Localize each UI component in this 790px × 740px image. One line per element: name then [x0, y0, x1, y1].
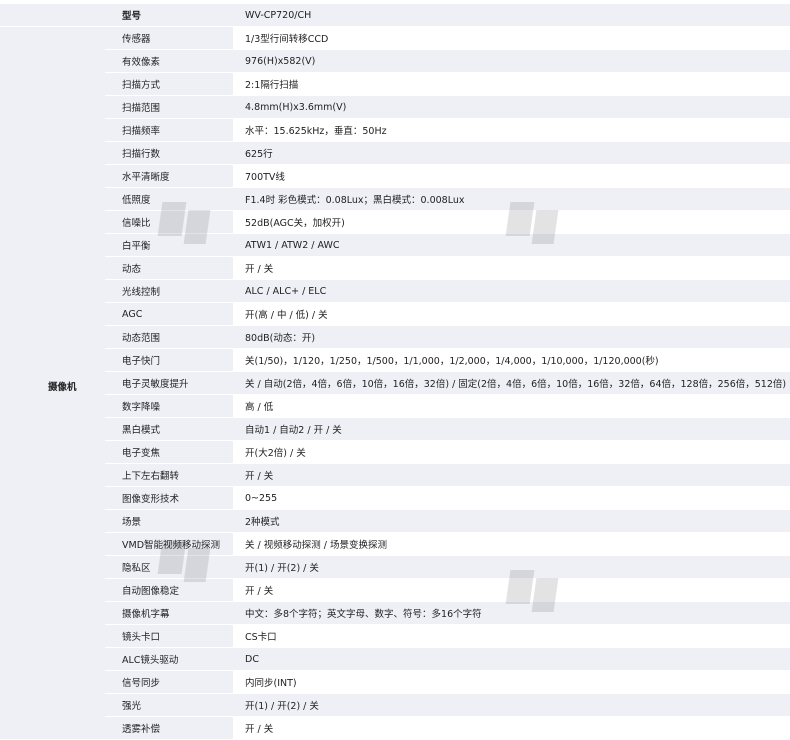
spec-value: 水平：15.625kHz，垂直：50Hz — [233, 119, 790, 142]
spec-row: 动态开 / 关 — [0, 257, 790, 280]
spec-value: 2种模式 — [233, 510, 790, 533]
spec-key: ALC镜头驱动 — [105, 648, 233, 671]
spec-value: 开(大2倍) / 关 — [233, 441, 790, 464]
spec-row: 扫描方式 2:1隔行扫描 — [0, 73, 790, 96]
spec-key: 信噪比 — [105, 211, 233, 234]
spec-row: AGC 开(高 / 中 / 低) / 关 — [0, 303, 790, 326]
spec-value: 开(1) / 开(2) / 关 — [233, 694, 790, 717]
spec-key: 场景 — [105, 510, 233, 533]
spec-key: 光线控制 — [105, 280, 233, 303]
spec-key: 自动图像稳定 — [105, 579, 233, 602]
spec-key: 镜头卡口 — [105, 625, 233, 648]
spec-value: 关 / 自动(2倍，4倍，6倍，10倍，16倍，32倍) / 固定(2倍，4倍，… — [233, 372, 790, 395]
spec-key: 低照度 — [105, 188, 233, 211]
spec-value: 976(H)x582(V) — [233, 50, 790, 73]
spec-row: 摄像机 传感器 1/3型行间转移CCD — [0, 27, 790, 740]
spec-row: 透雾补偿开 / 关 — [0, 717, 790, 740]
spec-value: F1.4时 彩色模式：0.08Lux；黑白模式：0.008Lux — [233, 188, 790, 211]
spec-key: 透雾补偿 — [105, 717, 233, 740]
spec-key: 电子快门 — [105, 349, 233, 372]
spec-key: 扫描方式 — [105, 73, 233, 96]
spec-value: 高 / 低 — [233, 395, 790, 418]
spec-value: CS卡口 — [233, 625, 790, 648]
spec-row: 场景 2种模式 — [0, 510, 790, 533]
spec-key: 动态 — [105, 257, 233, 280]
spec-row: 白平衡 ATW1 / ATW2 / AWC — [0, 234, 790, 257]
spec-key: 扫描范围 — [105, 96, 233, 119]
spec-row: 电子灵敏度提升关 / 自动(2倍，4倍，6倍，10倍，16倍，32倍) / 固定… — [0, 372, 790, 395]
spec-value: 52dB(AGC关，加权开) — [233, 211, 790, 234]
model-row-blank — [0, 4, 105, 27]
spec-key: 数字降噪 — [105, 395, 233, 418]
spec-row: 电子变焦 开(大2倍) / 关 — [0, 441, 790, 464]
spec-row: 上下左右翻转开 / 关 — [0, 464, 790, 487]
category-label: 摄像机 — [0, 27, 105, 740]
spec-row: 隐私区 开(1) / 开(2) / 关 — [0, 556, 790, 579]
spec-row: 有效像素 976(H)x582(V) — [0, 50, 790, 73]
spec-key: 扫描频率 — [105, 119, 233, 142]
spec-row: 摄像机字幕 中文：多8个字符；英文字母、数字、符号：多16个字符 — [0, 602, 790, 625]
spec-row: VMD智能视频移动探测关 / 视频移动探测 / 场景变换探测 — [0, 533, 790, 556]
spec-row: 数字降噪高 / 低 — [0, 395, 790, 418]
spec-value: 1/3型行间转移CCD — [233, 27, 790, 50]
spec-value: 开 / 关 — [233, 257, 790, 280]
spec-key: 白平衡 — [105, 234, 233, 257]
spec-row: 信噪比 52dB(AGC关，加权开) — [0, 211, 790, 234]
spec-key: 隐私区 — [105, 556, 233, 579]
spec-row: 扫描行数 625行 — [0, 142, 790, 165]
spec-value: 开 / 关 — [233, 579, 790, 602]
spec-value: 80dB(动态：开) — [233, 326, 790, 349]
spec-row: 黑白模式 自动1 / 自动2 / 开 / 关 — [0, 418, 790, 441]
spec-value: ALC / ALC+ / ELC — [233, 280, 790, 303]
model-value: WV-CP720/CH — [233, 4, 790, 27]
spec-key: 上下左右翻转 — [105, 464, 233, 487]
spec-table: 型号 WV-CP720/CH 摄像机 传感器 1/3型行间转移CCD 有效像素 976(… — [0, 4, 790, 740]
spec-key: AGC — [105, 303, 233, 326]
spec-key: 摄像机字幕 — [105, 602, 233, 625]
spec-value: DC — [233, 648, 790, 671]
spec-row: 强光 开(1) / 开(2) / 关 — [0, 694, 790, 717]
spec-value: 关(1/50)，1/120，1/250，1/500，1/1,000，1/2,00… — [233, 349, 790, 372]
spec-row: 图像变形技术 0~255 — [0, 487, 790, 510]
spec-key: VMD智能视频移动探测 — [105, 533, 233, 556]
spec-row: 光线控制 ALC / ALC+ / ELC — [0, 280, 790, 303]
spec-value: ATW1 / ATW2 / AWC — [233, 234, 790, 257]
spec-value: 开 / 关 — [233, 464, 790, 487]
spec-row: 扫描范围 4.8mm(H)x3.6mm(V) — [0, 96, 790, 119]
spec-value: 关 / 视频移动探测 / 场景变换探测 — [233, 533, 790, 556]
spec-value: 625行 — [233, 142, 790, 165]
spec-row: 扫描频率 水平：15.625kHz，垂直：50Hz — [0, 119, 790, 142]
spec-row: 自动图像稳定开 / 关 — [0, 579, 790, 602]
spec-key: 强光 — [105, 694, 233, 717]
spec-key: 扫描行数 — [105, 142, 233, 165]
spec-key: 有效像素 — [105, 50, 233, 73]
model-row: 型号 WV-CP720/CH — [0, 4, 790, 27]
model-label: 型号 — [105, 4, 233, 27]
spec-value: 中文：多8个字符；英文字母、数字、符号：多16个字符 — [233, 602, 790, 625]
spec-row: 信号同步 内同步(INT) — [0, 671, 790, 694]
spec-row: 镜头卡口 CS卡口 — [0, 625, 790, 648]
spec-row: 水平清晰度 700TV线 — [0, 165, 790, 188]
spec-key: 动态范围 — [105, 326, 233, 349]
spec-key: 传感器 — [105, 27, 233, 50]
spec-value: 700TV线 — [233, 165, 790, 188]
spec-row: 电子快门 关(1/50)，1/120，1/250，1/500，1/1,000，1/… — [0, 349, 790, 372]
spec-value: 开 / 关 — [233, 717, 790, 740]
spec-key: 电子变焦 — [105, 441, 233, 464]
spec-key: 图像变形技术 — [105, 487, 233, 510]
spec-value: 开(高 / 中 / 低) / 关 — [233, 303, 790, 326]
spec-row: 动态范围 80dB(动态：开) — [0, 326, 790, 349]
spec-value: 开(1) / 开(2) / 关 — [233, 556, 790, 579]
spec-value: 2:1隔行扫描 — [233, 73, 790, 96]
spec-value: 内同步(INT) — [233, 671, 790, 694]
spec-key: 信号同步 — [105, 671, 233, 694]
spec-key: 黑白模式 — [105, 418, 233, 441]
spec-value: 4.8mm(H)x3.6mm(V) — [233, 96, 790, 119]
spec-value: 自动1 / 自动2 / 开 / 关 — [233, 418, 790, 441]
spec-key: 水平清晰度 — [105, 165, 233, 188]
spec-row: ALC镜头驱动 DC — [0, 648, 790, 671]
spec-row: 低照度 F1.4时 彩色模式：0.08Lux；黑白模式：0.008Lux — [0, 188, 790, 211]
spec-value: 0~255 — [233, 487, 790, 510]
spec-key: 电子灵敏度提升 — [105, 372, 233, 395]
